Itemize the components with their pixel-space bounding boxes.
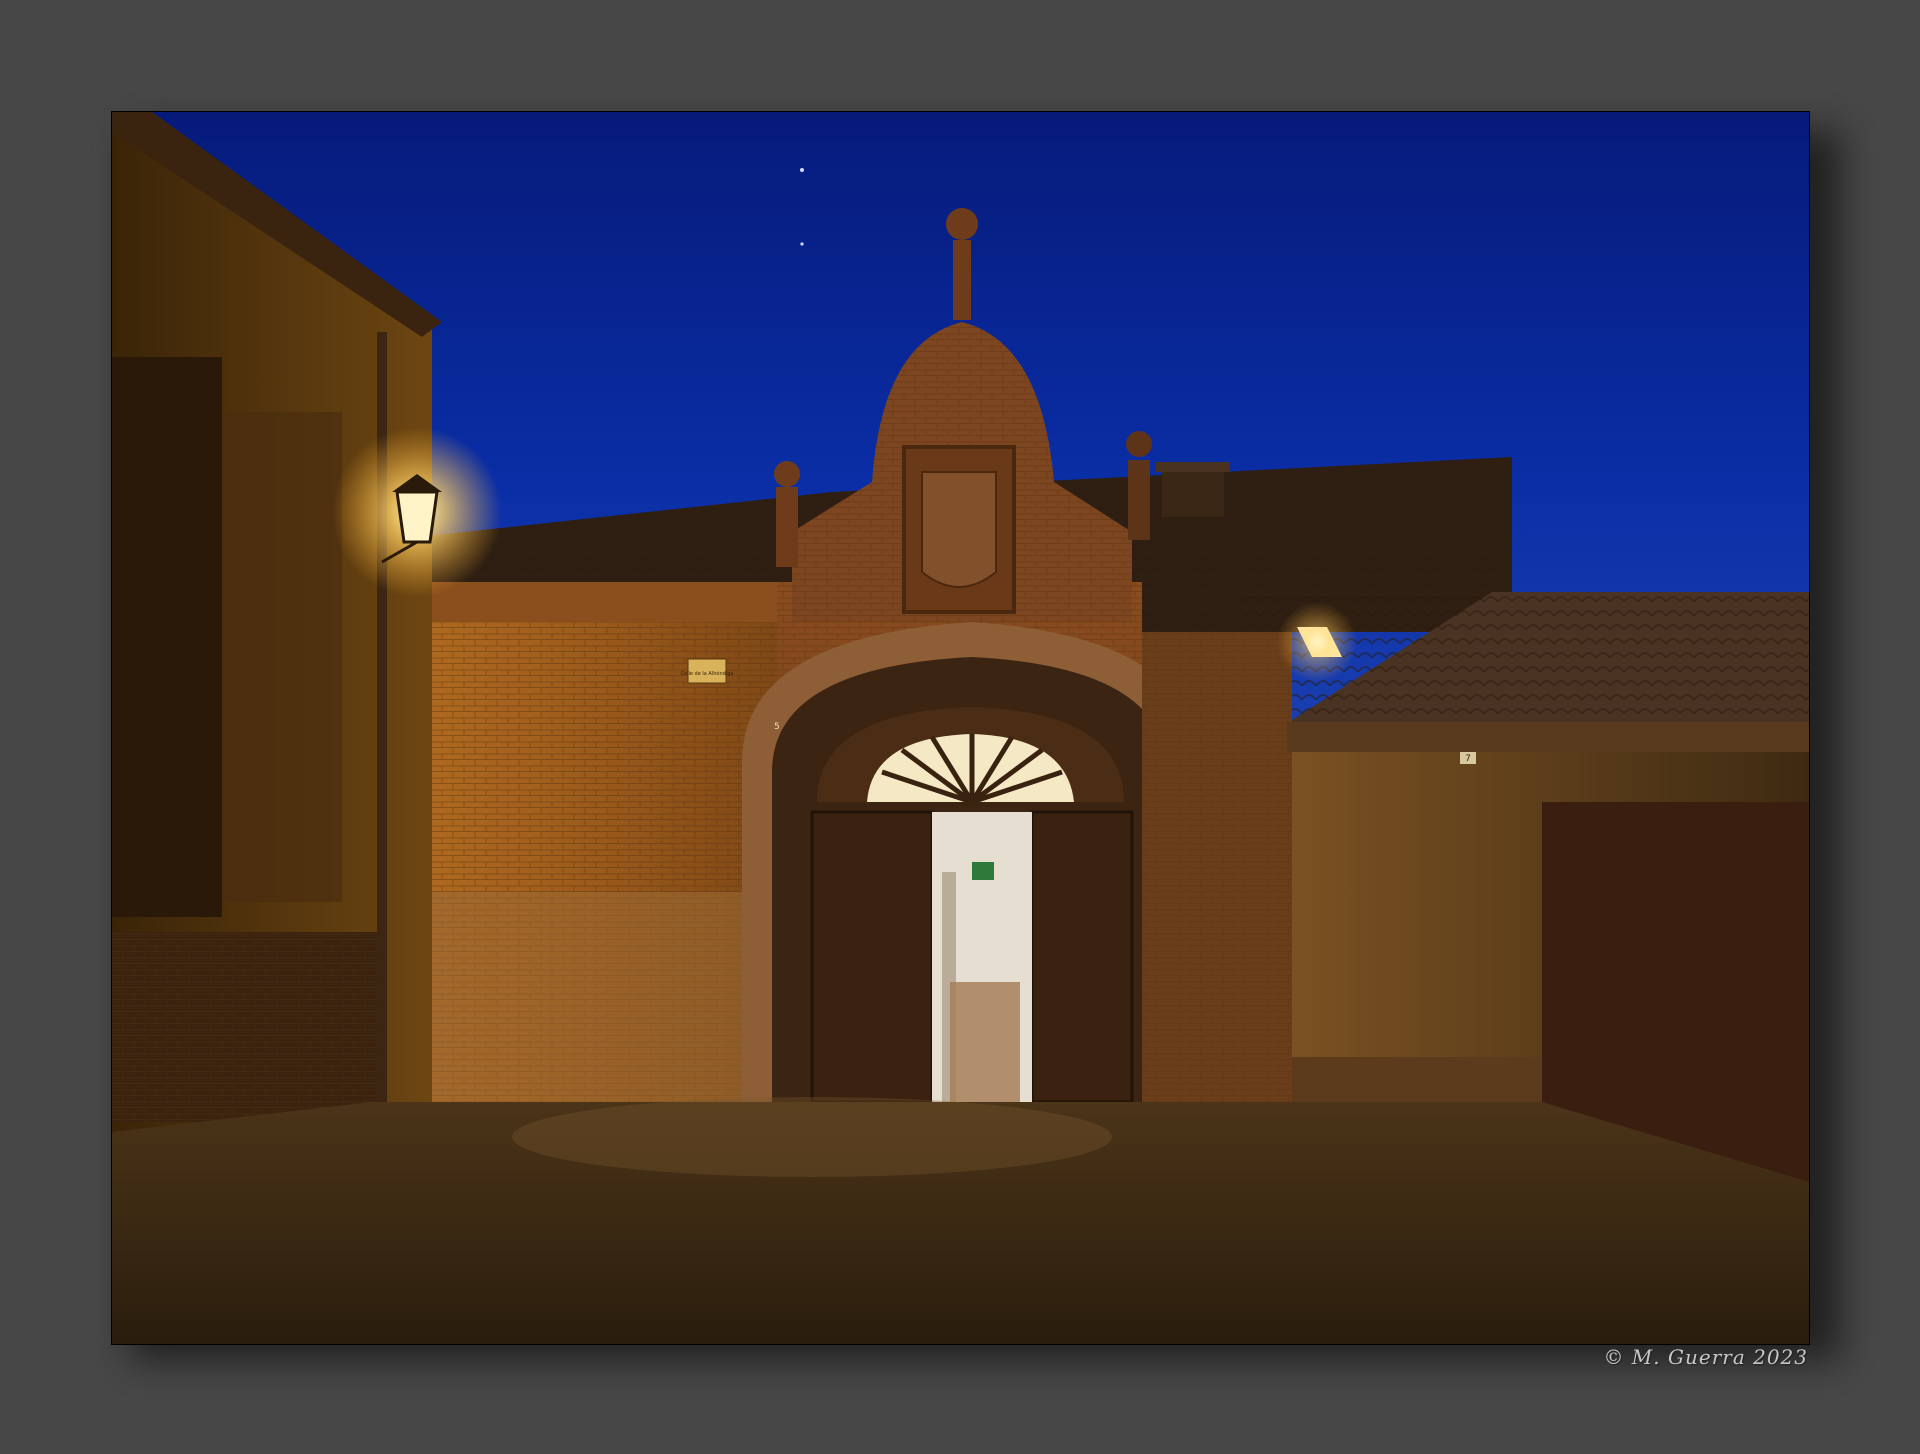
door-number-left: 5: [774, 722, 780, 732]
star: [800, 242, 804, 246]
right-finial: [1128, 460, 1150, 540]
top-finial: [953, 240, 971, 320]
door-number-right: 7: [1465, 754, 1471, 764]
right-eaves: [1287, 722, 1809, 752]
photo-credit: © M. Guerra 2023: [1603, 1345, 1808, 1369]
left-door: [810, 810, 934, 1104]
left-finial: [776, 487, 798, 567]
right-door-leaf: [1030, 810, 1134, 1104]
chimney: [1162, 467, 1224, 517]
night-street-photo: Calle de la Alhóndiga 5 7: [112, 112, 1809, 1344]
photo-frame: Calle de la Alhóndiga 5 7: [111, 111, 1810, 1345]
left-window: [112, 357, 222, 917]
street-sign-text: Calle de la Alhóndiga: [681, 670, 734, 677]
stone-base: [372, 892, 802, 1102]
street-lamp: [395, 490, 439, 544]
star: [800, 168, 804, 172]
courtyard-object: [972, 862, 994, 880]
